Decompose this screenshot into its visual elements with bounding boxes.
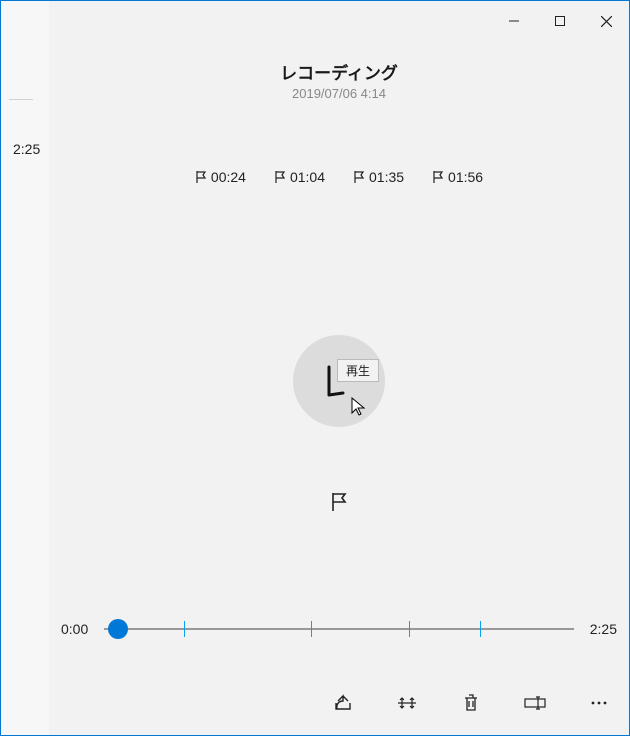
recording-heading: レコーディング 2019/07/06 4:14 [49,59,629,101]
scrub-area: 0:00 2:25 [61,617,617,641]
markers-row: 00:24 01:04 01:35 01:56 [49,169,629,185]
recording-date: 2019/07/06 4:14 [49,86,629,101]
scrub-tick [480,621,481,637]
scrub-current-time: 0:00 [61,621,88,637]
rename-icon [524,696,546,710]
marker-item[interactable]: 00:24 [195,169,246,185]
scrub-thumb[interactable] [108,619,128,639]
play-button[interactable]: 再生 [293,335,385,427]
marker-item[interactable]: 01:35 [353,169,404,185]
scrub-line [104,628,574,630]
share-button[interactable] [331,691,355,715]
marker-time: 00:24 [211,169,246,185]
minimize-icon [509,16,519,26]
sidebar-duration: 2:25 [13,141,40,157]
marker-time: 01:04 [290,169,325,185]
flag-icon [195,170,207,184]
more-icon [590,700,608,706]
scrub-total-time: 2:25 [590,621,617,637]
more-button[interactable] [587,691,611,715]
close-icon [601,16,612,27]
scrub-tick [184,621,185,637]
sidebar-divider [9,99,33,100]
scrub-tick [409,621,410,637]
flag-icon [329,491,349,513]
marker-item[interactable]: 01:56 [432,169,483,185]
delete-button[interactable] [459,691,483,715]
share-icon [333,693,353,713]
marker-time: 01:56 [448,169,483,185]
minimize-button[interactable] [491,5,537,37]
scrub-track[interactable] [104,617,574,641]
trim-icon [396,695,418,711]
cursor-icon [351,397,367,417]
sidebar: 2:25 [1,1,49,735]
close-button[interactable] [583,5,629,37]
maximize-icon [555,16,565,26]
play-area: 再生 [49,335,629,427]
marker-time: 01:35 [369,169,404,185]
recording-title: レコーディング [49,59,629,84]
app-window: 2:25 レコーディング 2019/07/06 4:14 00:24 01:04… [0,0,630,736]
add-marker-button[interactable] [329,491,349,513]
window-controls [491,1,629,41]
add-marker-area [49,491,629,513]
bottom-bar [331,691,611,715]
rename-button[interactable] [523,691,547,715]
trash-icon [462,693,480,713]
maximize-button[interactable] [537,5,583,37]
flag-icon [274,170,286,184]
play-tooltip: 再生 [337,359,379,382]
marker-item[interactable]: 01:04 [274,169,325,185]
flag-icon [353,170,365,184]
flag-icon [432,170,444,184]
trim-button[interactable] [395,691,419,715]
scrub-tick [311,621,312,637]
